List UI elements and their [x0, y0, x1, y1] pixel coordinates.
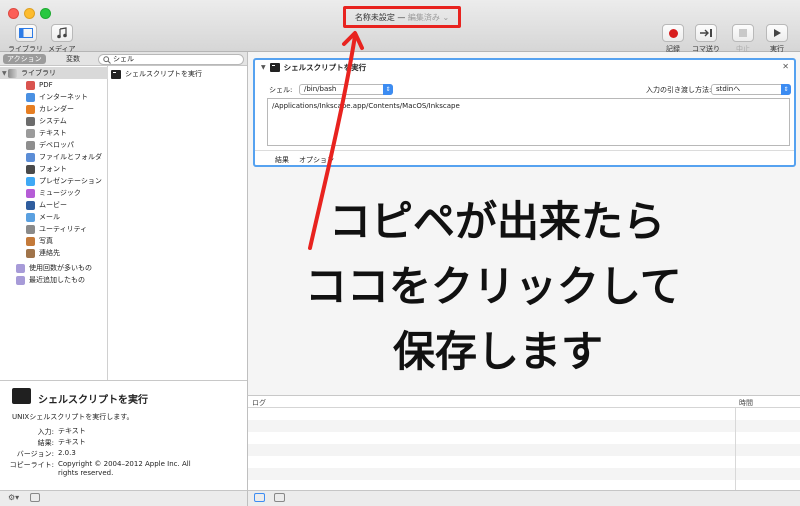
smart-folder-icon	[16, 263, 25, 273]
result-info: 結果: テキスト	[37, 438, 86, 447]
category-icon	[26, 104, 35, 114]
tree-item-category[interactable]: ムービー	[0, 199, 108, 211]
smart-folder-item[interactable]: 最近追加したもの	[0, 274, 108, 286]
tree-item-label: カレンダー	[39, 105, 74, 113]
description-title: シェルスクリプトを実行	[38, 395, 148, 406]
tree-item-category[interactable]: ファイルとフォルダ	[0, 151, 108, 163]
tree-item-category[interactable]: 写真	[0, 235, 108, 247]
tree-item-label: メール	[39, 213, 60, 221]
tree-item-label: PDF	[39, 81, 53, 89]
tree-item-label: ライブラリ	[21, 69, 56, 77]
disclosure-triangle-icon[interactable]: ▼	[0, 70, 8, 77]
media-button[interactable]: メディア	[48, 24, 76, 54]
tree-item-category[interactable]: ミュージック	[0, 187, 108, 199]
category-icon	[26, 248, 35, 258]
workflow-area: ▼ シェルスクリプトを実行 ✕ シェル: /bin/bash ⇕ 入力の引き渡し…	[247, 31, 800, 395]
category-icon	[26, 188, 35, 198]
log-column-header[interactable]: ログ	[252, 398, 266, 408]
action-item-label: シェルスクリプトを実行	[125, 70, 202, 78]
time-column-header[interactable]: 時間	[739, 398, 753, 408]
tree-item-category[interactable]: カレンダー	[0, 103, 108, 115]
tree-item-category[interactable]: ユーティリティ	[0, 223, 108, 235]
tree-item-label: デベロッパ	[39, 141, 74, 149]
category-icon	[26, 116, 35, 126]
category-icon	[26, 92, 35, 102]
terminal-icon	[12, 388, 31, 404]
log-bottom-bar	[247, 490, 800, 506]
variables-tab[interactable]: 変数	[62, 54, 84, 64]
tree-item-category[interactable]: プレゼンテーション	[0, 175, 108, 187]
tree-item-category[interactable]: フォント	[0, 163, 108, 175]
zoom-window-button[interactable]	[40, 8, 51, 19]
annotation-text-line1: コピペが出来たら	[329, 197, 666, 246]
library-icon	[14, 24, 37, 42]
category-icon	[26, 224, 35, 234]
search-input[interactable]: シェル	[98, 54, 244, 65]
tree-item-label: 連絡先	[39, 249, 60, 257]
tree-item-label: ユーティリティ	[39, 225, 88, 233]
category-icon	[26, 236, 35, 246]
library-tree: ▼ ライブラリ PDF インターネット カレンダーシステムテキストデベロッパファイル…	[0, 66, 108, 380]
tree-item-label: ミュージック	[39, 189, 81, 197]
tree-item-label: 使用回数が多いもの	[29, 264, 92, 272]
category-icon	[26, 152, 35, 162]
library-folder-icon	[8, 68, 17, 78]
action-item-run-shell-script[interactable]: シェルスクリプトを実行	[108, 68, 247, 80]
smart-folder-item[interactable]: 使用回数が多いもの	[0, 262, 108, 274]
tree-item-label: ファイルとフォルダ	[39, 153, 102, 161]
tree-item-label: プレゼンテーション	[39, 177, 102, 185]
input-info: 入力: テキスト	[37, 427, 86, 436]
copyright-info: コピーライト: Copyright © 2004–2012 Apple Inc. …	[9, 460, 191, 477]
description-pane: シェルスクリプトを実行 UNIXシェルスクリプトを実行します。 入力: テキスト …	[0, 380, 247, 490]
gear-icon[interactable]: ⚙▾	[8, 493, 19, 502]
library-bar: アクション 変数 シェル	[0, 52, 247, 66]
action-list: シェルスクリプトを実行	[108, 66, 247, 380]
library-bottom-bar: ⚙▾	[0, 490, 247, 506]
category-icon	[26, 212, 35, 222]
list-view-icon[interactable]	[254, 493, 265, 502]
tree-item-category[interactable]: PDF	[0, 79, 108, 91]
library-toggle-button[interactable]: ライブラリ	[8, 24, 43, 54]
tree-item-label: 写真	[39, 237, 53, 245]
category-icon	[26, 200, 35, 210]
terminal-icon	[111, 69, 121, 79]
actions-tab[interactable]: アクション	[3, 54, 46, 64]
log-header: ログ 時間	[248, 396, 800, 408]
log-row	[248, 468, 800, 480]
tree-item-category[interactable]: メール	[0, 211, 108, 223]
log-row	[248, 420, 800, 432]
log-row	[248, 444, 800, 456]
tree-item-label: フォント	[39, 165, 67, 173]
split-view-icon[interactable]	[274, 493, 285, 502]
description-summary: UNIXシェルスクリプトを実行します。	[12, 413, 134, 421]
minimize-window-button[interactable]	[24, 8, 35, 19]
search-icon	[103, 56, 111, 64]
category-icon	[26, 164, 35, 174]
tree-item-label: 最近追加したもの	[29, 276, 85, 284]
tree-item-label: システム	[39, 117, 67, 125]
smart-folder-icon	[16, 275, 25, 285]
music-note-icon	[50, 24, 73, 42]
tree-item-category[interactable]: デベロッパ	[0, 139, 108, 151]
category-icon	[26, 128, 35, 138]
category-icon	[26, 176, 35, 186]
tree-item-library[interactable]: ▼ ライブラリ	[0, 67, 108, 79]
tree-item-label: ムービー	[39, 201, 67, 209]
description-toggle-icon[interactable]	[30, 493, 40, 502]
version-info: バージョン: 2.0.3	[16, 449, 76, 458]
log-pane: ログ 時間	[247, 395, 800, 491]
tree-item-category[interactable]: 連絡先	[0, 247, 108, 259]
log-column-divider	[735, 408, 736, 491]
tree-item-label: インターネット	[39, 93, 88, 101]
category-icon	[26, 80, 35, 90]
category-icon	[26, 140, 35, 150]
close-window-button[interactable]	[8, 8, 19, 19]
tree-item-category[interactable]: テキスト	[0, 127, 108, 139]
tree-item-category[interactable]: インターネット	[0, 91, 108, 103]
tree-item-category[interactable]: システム	[0, 115, 108, 127]
annotation-text-line3: 保存します	[393, 327, 604, 376]
tree-item-label: テキスト	[39, 129, 67, 137]
annotation-text-line2: ココをクリックして	[305, 262, 682, 311]
